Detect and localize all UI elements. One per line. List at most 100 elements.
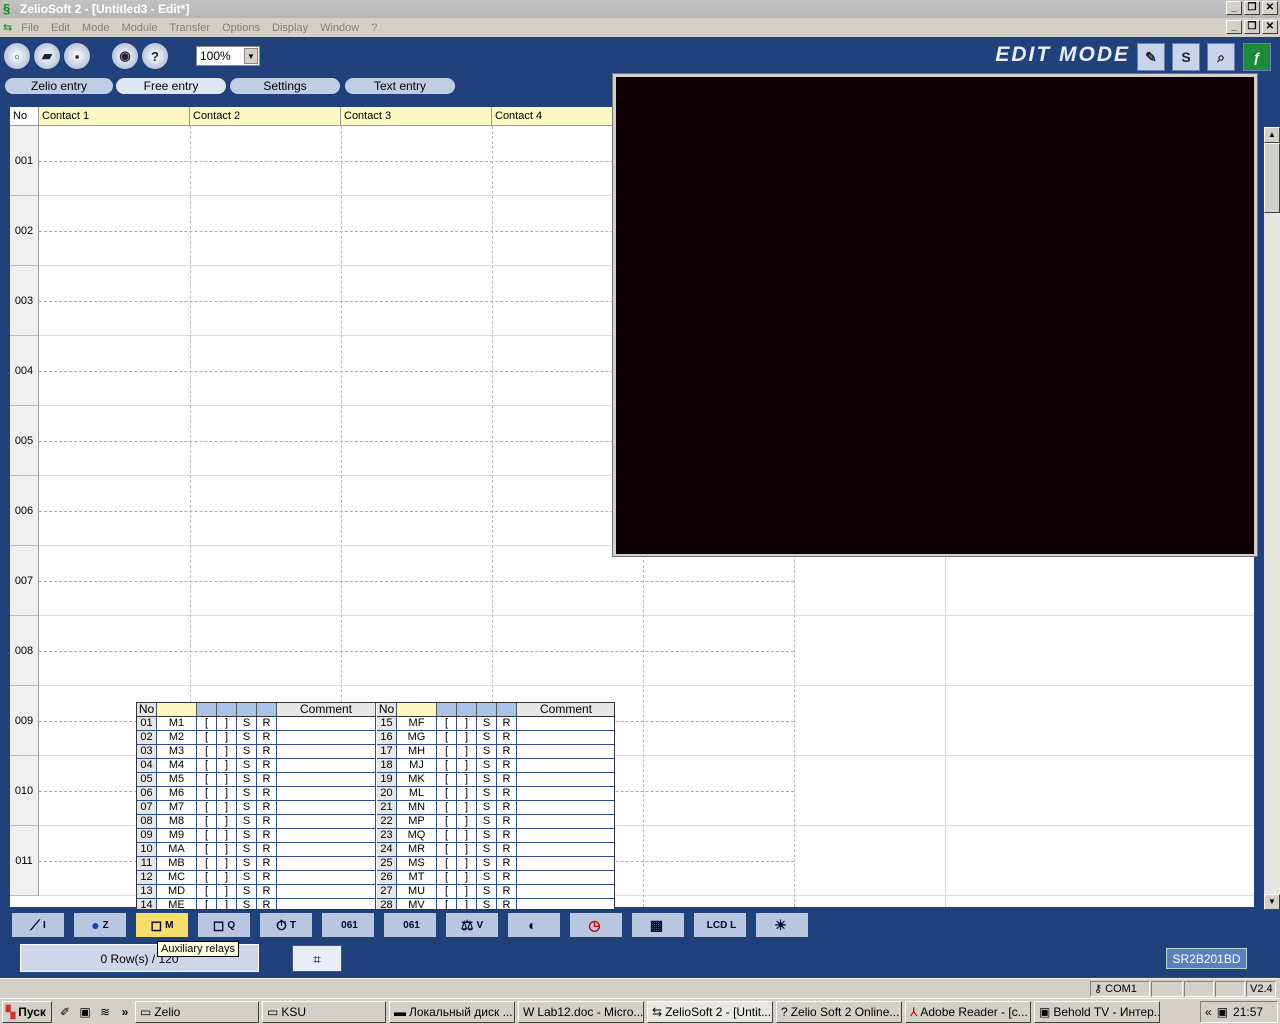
relay-row[interactable]: 05 M5[] S R <box>137 773 376 787</box>
relay-comment[interactable] <box>277 773 376 786</box>
counter-button[interactable]: 061 <box>322 913 374 937</box>
relay-comment[interactable] <box>517 731 614 744</box>
contact-button[interactable]: ⟋ I <box>12 913 64 937</box>
relay-comment[interactable] <box>277 787 376 800</box>
minimize-button[interactable]: _ <box>1226 1 1242 15</box>
tab-text-entry[interactable]: Text entry <box>345 78 455 94</box>
relay-row[interactable]: 26 MT[] S R <box>377 871 614 885</box>
relay-comment[interactable] <box>517 829 614 842</box>
relay-row[interactable]: 22 MP[] S R <box>377 815 614 829</box>
relay-row[interactable]: 02 M2[] S R <box>137 731 376 745</box>
relay-row[interactable]: 20 ML[] S R <box>377 787 614 801</box>
relay-row[interactable]: 14 ME[] S R <box>137 899 376 909</box>
relay-row[interactable]: 21 MN[] S R <box>377 801 614 815</box>
relay-row[interactable]: 04 M4[] S R <box>137 759 376 773</box>
zx-key-button[interactable]: ● Z <box>74 913 126 937</box>
relay-row[interactable]: 10 MA[] S R <box>137 843 376 857</box>
zoom-select[interactable]: 100% ▼ <box>196 46 260 66</box>
task-word-doc[interactable]: W Lab12.doc - Micro... <box>518 1000 644 1023</box>
text-button[interactable]: ▦ <box>632 913 684 937</box>
relay-row[interactable]: 06 M6[] S R <box>137 787 376 801</box>
analog-button[interactable]: ◐ <box>508 913 560 937</box>
comparator-button[interactable]: ⚖ V <box>446 913 498 937</box>
vertical-scrollbar[interactable]: ▲ ▼ <box>1264 127 1280 910</box>
eye-icon[interactable]: ◉ <box>112 43 138 69</box>
scroll-up-arrow[interactable]: ▲ <box>1264 127 1280 143</box>
quicklaunch-more-icon[interactable]: » <box>118 1005 132 1019</box>
relay-row[interactable]: 12 MC[] S R <box>137 871 376 885</box>
simulation-mode-button[interactable]: S <box>1172 43 1200 71</box>
relay-row[interactable]: 01 M1[] S R <box>137 717 376 731</box>
quicklaunch-app-icon[interactable]: ▣ <box>78 1005 92 1019</box>
relay-comment[interactable] <box>517 899 614 909</box>
relay-row[interactable]: 03 M3[] S R <box>137 745 376 759</box>
relay-row[interactable]: 11 MB[] S R <box>137 857 376 871</box>
quicklaunch-app2-icon[interactable]: ≋ <box>98 1005 112 1019</box>
menu-file[interactable]: File <box>15 22 45 34</box>
relay-row[interactable]: 19 MK[] S R <box>377 773 614 787</box>
task-local-disk[interactable]: ▬ Локальный диск ... <box>389 1000 515 1023</box>
task-adobe-reader[interactable]: ⅄ Adobe Reader - [c... <box>905 1000 1031 1023</box>
task-zelio-online-help[interactable]: ? Zelio Soft 2 Online... <box>776 1000 902 1023</box>
relay-comment[interactable] <box>517 857 614 870</box>
tray-app-icon[interactable]: ▣ <box>1217 1002 1228 1022</box>
scroll-thumb[interactable] <box>1264 143 1280 213</box>
menu-transfer[interactable]: Transfer <box>164 22 217 34</box>
auxiliary-relay-button[interactable]: ◻ M <box>136 913 188 937</box>
relay-row[interactable]: 17 MH[] S R <box>377 745 614 759</box>
menu-help[interactable]: ? <box>365 22 383 34</box>
tab-zelio-entry[interactable]: Zelio entry <box>5 78 113 94</box>
relay-row[interactable]: 16 MG[] S R <box>377 731 614 745</box>
relay-comment[interactable] <box>277 731 376 744</box>
output-coil-button[interactable]: ◻ Q <box>198 913 250 937</box>
relay-comment[interactable] <box>277 857 376 870</box>
relay-row[interactable]: 25 MS[] S R <box>377 857 614 871</box>
relay-comment[interactable] <box>517 885 614 898</box>
tray-expand-icon[interactable]: « <box>1205 1002 1212 1022</box>
task-zelio[interactable]: ▭ Zelio <box>135 1000 259 1023</box>
relay-comment[interactable] <box>277 759 376 772</box>
relay-comment[interactable] <box>517 801 614 814</box>
relay-comment[interactable] <box>517 773 614 786</box>
open-folder-icon[interactable]: ▰ <box>34 43 60 69</box>
task-behold-tv[interactable]: ▣ Behold TV - Интер... <box>1034 1000 1160 1023</box>
close-button[interactable]: ✕ <box>1262 1 1278 15</box>
relay-row[interactable]: 24 MR[] S R <box>377 843 614 857</box>
relay-comment[interactable] <box>517 745 614 758</box>
doc-close-button[interactable]: ✕ <box>1262 20 1278 34</box>
menu-options[interactable]: Options <box>216 22 266 34</box>
doc-minimize-button[interactable]: _ <box>1226 20 1242 34</box>
relay-row[interactable]: 07 M7[] S R <box>137 801 376 815</box>
relay-comment[interactable] <box>517 871 614 884</box>
tab-free-entry[interactable]: Free entry <box>116 78 226 94</box>
relay-comment[interactable] <box>277 745 376 758</box>
relay-comment[interactable] <box>277 843 376 856</box>
relay-row[interactable]: 27 MU[] S R <box>377 885 614 899</box>
fast-counter-button[interactable]: 061 <box>384 913 436 937</box>
task-zeliosoft[interactable]: ⇆ ZelioSoft 2 - [Untit... <box>647 1000 773 1023</box>
relay-row[interactable]: 23 MQ[] S R <box>377 829 614 843</box>
backlight-button[interactable]: ☀ <box>756 913 808 937</box>
timer-button[interactable]: ⏱ T <box>260 913 312 937</box>
relay-comment[interactable] <box>277 885 376 898</box>
clock-button[interactable]: ◷ <box>570 913 622 937</box>
monitoring-mode-button[interactable]: ⌕ <box>1207 43 1235 71</box>
relay-row[interactable]: 28 MV[] S R <box>377 899 614 909</box>
relay-comment[interactable] <box>277 801 376 814</box>
quicklaunch-pencil-icon[interactable]: ✐ <box>58 1005 72 1019</box>
edit-mode-button[interactable]: ✎ <box>1137 43 1165 71</box>
relay-comment[interactable] <box>277 829 376 842</box>
help-icon[interactable]: ? <box>142 43 168 69</box>
restore-button[interactable]: ❐ <box>1244 1 1260 15</box>
relay-row[interactable]: 13 MD[] S R <box>137 885 376 899</box>
task-ksu[interactable]: ▭ KSU <box>262 1000 386 1023</box>
relay-comment[interactable] <box>277 899 376 909</box>
relay-comment[interactable] <box>517 787 614 800</box>
relay-row[interactable]: 18 MJ[] S R <box>377 759 614 773</box>
relay-comment[interactable] <box>517 815 614 828</box>
scroll-down-arrow[interactable]: ▼ <box>1264 894 1280 910</box>
save-icon[interactable]: ▪ <box>64 43 90 69</box>
tab-settings[interactable]: Settings <box>230 78 340 94</box>
relay-row[interactable]: 08 M8[] S R <box>137 815 376 829</box>
menu-display[interactable]: Display <box>266 22 314 34</box>
